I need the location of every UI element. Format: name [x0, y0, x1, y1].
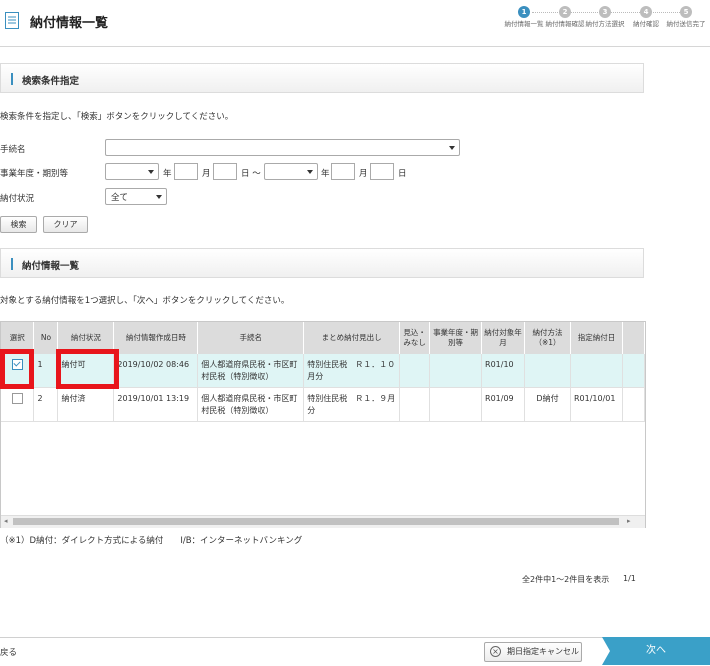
- date-cell: [570, 354, 623, 388]
- step-number: 4: [640, 6, 652, 18]
- to-era-select[interactable]: [264, 163, 318, 180]
- target-cell: R01/10: [481, 354, 526, 388]
- procedure-label: 手続名: [0, 145, 26, 155]
- section-title: 納付情報一覧: [22, 261, 80, 272]
- range-separator: 日 ～: [241, 169, 261, 179]
- estimate-cell: [399, 354, 431, 388]
- procedure-select[interactable]: [105, 139, 460, 156]
- step-label: 納付方法選択: [585, 20, 625, 28]
- highlight-box-checkbox: [0, 349, 34, 389]
- column-header: 見込・みなし: [399, 322, 431, 354]
- table-row[interactable]: 2 納付済 2019/10/01 13:19 個人都道府県民税・市区町村民税（特…: [1, 387, 645, 422]
- document-list-icon: [5, 12, 19, 29]
- step-label: 納付情報一覧: [504, 20, 544, 28]
- column-header: No: [33, 322, 59, 354]
- procedure-cell: 個人都道府県民税・市区町村民税（特別徴収）: [197, 387, 305, 422]
- step-5: 5 納付送信完了: [666, 6, 706, 28]
- chevron-down-icon: [148, 170, 154, 174]
- date-cell: R01/10/01: [570, 387, 623, 422]
- scrollbar-thumb[interactable]: [13, 518, 619, 525]
- month-unit: 月: [359, 169, 368, 179]
- estimate-cell: [399, 387, 431, 422]
- step-label: 納付確認: [633, 20, 659, 28]
- status-cell: 納付済: [57, 387, 115, 422]
- step-number: 1: [518, 6, 530, 18]
- year-unit: 年: [321, 169, 330, 179]
- column-header: 納付対象年月: [481, 322, 526, 354]
- column-header: まとめ納付見出し: [303, 322, 401, 354]
- step-number: 5: [680, 6, 692, 18]
- period-cell: [429, 354, 483, 388]
- search-button[interactable]: 検索: [0, 216, 37, 233]
- result-count: 全2件中1～2件目を表示: [522, 575, 610, 584]
- step-1: 1 納付情報一覧: [504, 6, 544, 28]
- column-header: 納付方法（※1）: [524, 322, 571, 354]
- search-section-header: 検索条件指定: [0, 63, 644, 93]
- no-cell: 1: [33, 354, 59, 388]
- step-4: 4 納付確認: [626, 6, 666, 28]
- page-indicator: 1/1: [623, 574, 636, 583]
- clear-button[interactable]: クリア: [43, 216, 88, 233]
- from-month-input[interactable]: [213, 163, 237, 180]
- year-unit: 年: [163, 169, 172, 179]
- column-header: 納付情報作成日時: [113, 322, 199, 354]
- next-button[interactable]: 次へ: [602, 637, 710, 665]
- column-header: 指定納付日: [570, 322, 623, 354]
- step-label: 納付情報確認: [545, 20, 585, 28]
- highlight-box-status: [56, 349, 119, 389]
- list-instruction: 対象とする納付情報を1つ選択し、「次へ」ボタンをクリックしてください。: [0, 296, 290, 306]
- step-number: 3: [599, 6, 611, 18]
- step-2: 2 納付情報確認: [545, 6, 585, 28]
- footer-bar: [0, 637, 710, 666]
- scroll-left-icon[interactable]: ◂: [4, 517, 8, 525]
- day-unit: 日: [398, 169, 407, 179]
- section-marker: [11, 73, 13, 85]
- search-instruction: 検索条件を指定し、「検索」ボタンをクリックしてください。: [0, 112, 234, 122]
- method-cell: D納付: [524, 387, 571, 422]
- heading-cell: 特別住民税 Ｒ１．１０月分: [303, 354, 401, 388]
- section-marker: [11, 258, 13, 270]
- column-header: 事業年度・期別等: [429, 322, 483, 354]
- filler-cell: [622, 387, 645, 422]
- created-cell: 2019/10/02 08:46: [113, 354, 199, 388]
- method-cell: [524, 354, 571, 388]
- created-cell: 2019/10/01 13:19: [113, 387, 199, 422]
- status-label: 納付状況: [0, 194, 35, 204]
- heading-cell: 特別住民税 Ｒ１．９月分: [303, 387, 401, 422]
- column-header-filler: [622, 322, 645, 354]
- to-month-input[interactable]: [370, 163, 394, 180]
- select-cell: [1, 387, 35, 422]
- from-year-input[interactable]: [174, 163, 198, 180]
- cancel-icon: ×: [490, 646, 501, 657]
- chevron-down-icon: [449, 146, 455, 150]
- status-value: 全て: [111, 193, 129, 203]
- chevron-down-icon: [156, 195, 162, 199]
- back-link[interactable]: 戻る: [0, 646, 17, 658]
- scroll-right-icon[interactable]: ▸: [627, 517, 631, 525]
- method-note: （※1）D納付：ダイレクト方式による納付 I/B：インターネットバンキング: [0, 536, 303, 546]
- step-3: 3 納付方法選択: [585, 6, 625, 28]
- step-number: 2: [559, 6, 571, 18]
- target-cell: R01/09: [481, 387, 526, 422]
- list-section-header: 納付情報一覧: [0, 248, 644, 278]
- year-label: 事業年度・期別等: [0, 169, 69, 179]
- status-select[interactable]: 全て: [105, 188, 167, 205]
- step-label: 納付送信完了: [666, 20, 706, 28]
- month-unit: 月: [202, 169, 211, 179]
- to-year-input[interactable]: [331, 163, 355, 180]
- chevron-down-icon: [307, 170, 313, 174]
- row-checkbox[interactable]: [11, 393, 23, 404]
- column-header: 手続名: [197, 322, 305, 354]
- procedure-cell: 個人都道府県民税・市区町村民税（特別徴収）: [197, 354, 305, 388]
- horizontal-scrollbar[interactable]: ◂ ▸: [1, 515, 645, 528]
- from-era-select[interactable]: [105, 163, 159, 180]
- no-cell: 2: [33, 387, 59, 422]
- period-cell: [429, 387, 483, 422]
- page-title: 納付情報一覧: [30, 16, 109, 31]
- section-title: 検索条件指定: [22, 76, 80, 87]
- filler-cell: [622, 354, 645, 388]
